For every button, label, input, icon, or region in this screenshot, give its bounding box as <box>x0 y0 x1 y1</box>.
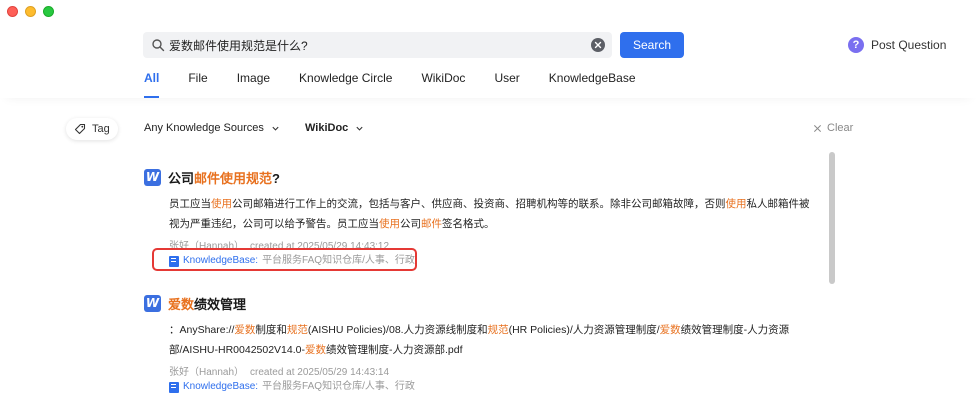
tab-knowledgebase[interactable]: KnowledgeBase <box>549 71 636 97</box>
tab-wikidoc[interactable]: WikiDoc <box>421 71 465 97</box>
text-segment: (HR Policies)/人力资源管理制度/ <box>508 324 660 336</box>
clear-filters-label: Clear <box>827 122 854 134</box>
text-segment: ? <box>272 170 280 186</box>
doc-type-label: WikiDoc <box>305 122 349 134</box>
tab-knowledge-circle[interactable]: Knowledge Circle <box>299 71 392 97</box>
highlighted-keyword: 使用 <box>379 218 400 230</box>
text-segment: 绩效管理制度-人力资源部.pdf <box>325 344 463 356</box>
close-icon <box>813 124 822 132</box>
text-segment: 绩效管理 <box>194 296 247 312</box>
chevron-down-icon <box>356 126 363 131</box>
tab-image[interactable]: Image <box>237 71 270 97</box>
app-window: Search ? Post Question All File Image Kn… <box>0 0 976 410</box>
result-title-link[interactable]: W 爱数绩效管理 <box>144 292 824 314</box>
text-segment: ：AnyShare:// <box>169 324 235 336</box>
result-source-path: 平台服务FAQ知识仓库/人事、行政 <box>262 381 415 392</box>
result-title-link[interactable]: W 公司邮件使用规范? <box>144 166 824 188</box>
result-snippet: ：AnyShare://爱数制度和规范(AISHU Policies)/08.人… <box>169 320 819 360</box>
results-scrollbar[interactable] <box>829 152 835 284</box>
result-created-at: created at 2025/05/29 14:43:14 <box>250 367 390 378</box>
tag-filter-label: Tag <box>92 123 110 135</box>
book-icon <box>169 381 179 393</box>
tag-filter-button[interactable]: Tag <box>66 118 118 140</box>
text-segment: 制度和 <box>255 324 287 336</box>
question-icon: ? <box>848 37 864 53</box>
result-type-tabs: All File Image Knowledge Circle WikiDoc … <box>144 71 665 98</box>
text-segment: 签名格式。 <box>442 218 495 230</box>
clear-search-icon[interactable] <box>591 38 605 52</box>
highlighted-keyword: 爱数 <box>168 296 195 312</box>
chevron-down-icon <box>272 126 279 131</box>
highlighted-keyword: 规范 <box>286 324 308 336</box>
result-title: 爱数绩效管理 <box>168 294 246 313</box>
text-segment: 员工应当 <box>169 198 211 210</box>
search-result: W 爱数绩效管理 ：AnyShare://爱数制度和规范(AISHU Polic… <box>144 292 824 394</box>
window-controls <box>7 6 54 17</box>
wikidoc-icon: W <box>144 168 161 186</box>
result-meta: 张好（Hannah） created at 2025/05/29 14:43:14 <box>169 366 824 380</box>
highlighted-keyword: 邮件 <box>421 218 442 230</box>
doc-type-dropdown[interactable]: WikiDoc <box>305 122 364 134</box>
search-input[interactable] <box>169 32 579 58</box>
text-segment: 公司 <box>400 218 421 230</box>
highlighted-keyword: 爱数 <box>304 344 326 356</box>
zoom-window-button[interactable] <box>43 6 54 17</box>
highlighted-keyword: 邮件使用规范 <box>194 170 273 186</box>
highlighted-keyword: 爱数 <box>659 324 681 336</box>
result-title: 公司邮件使用规范? <box>168 168 280 187</box>
tag-icon <box>74 123 86 135</box>
result-author: 张好（Hannah） <box>169 367 245 378</box>
result-snippet: 员工应当使用公司邮箱进行工作上的交流，包括与客户、供应商、投资商、招聘机构等的联… <box>169 194 819 234</box>
annotation-highlight-box <box>152 248 417 271</box>
result-source-kb: KnowledgeBase: <box>183 381 259 392</box>
highlighted-keyword: 使用 <box>725 198 747 210</box>
tab-file[interactable]: File <box>188 71 207 97</box>
close-window-button[interactable] <box>7 6 18 17</box>
text-segment: 公司邮箱进行工作上的交流，包括与客户、供应商、投资商、招聘机构等的联系。除非公司… <box>232 198 726 210</box>
minimize-window-button[interactable] <box>25 6 36 17</box>
highlighted-keyword: 规范 <box>487 324 509 336</box>
post-question-button[interactable]: ? Post Question <box>848 37 946 53</box>
result-source-link[interactable]: KnowledgeBase: 平台服务FAQ知识仓库/人事、行政 <box>169 380 824 394</box>
clear-filters-button[interactable]: Clear <box>813 122 853 134</box>
knowledge-sources-label: Any Knowledge Sources <box>144 122 264 134</box>
search-button[interactable]: Search <box>620 32 684 58</box>
highlighted-keyword: 使用 <box>211 198 232 210</box>
tab-all[interactable]: All <box>144 71 160 98</box>
post-question-label: Post Question <box>871 38 947 52</box>
search-icon <box>152 39 165 52</box>
text-segment: 公司 <box>168 170 195 186</box>
wikidoc-icon: W <box>144 294 161 312</box>
search-box <box>143 32 612 58</box>
text-segment: (AISHU Policies)/08.人力资源线制度和 <box>307 324 488 336</box>
header: Search ? Post Question All File Image Kn… <box>0 0 976 98</box>
tab-user[interactable]: User <box>494 71 519 97</box>
highlighted-keyword: 爱数 <box>234 324 256 336</box>
knowledge-sources-dropdown[interactable]: Any Knowledge Sources <box>144 122 280 134</box>
